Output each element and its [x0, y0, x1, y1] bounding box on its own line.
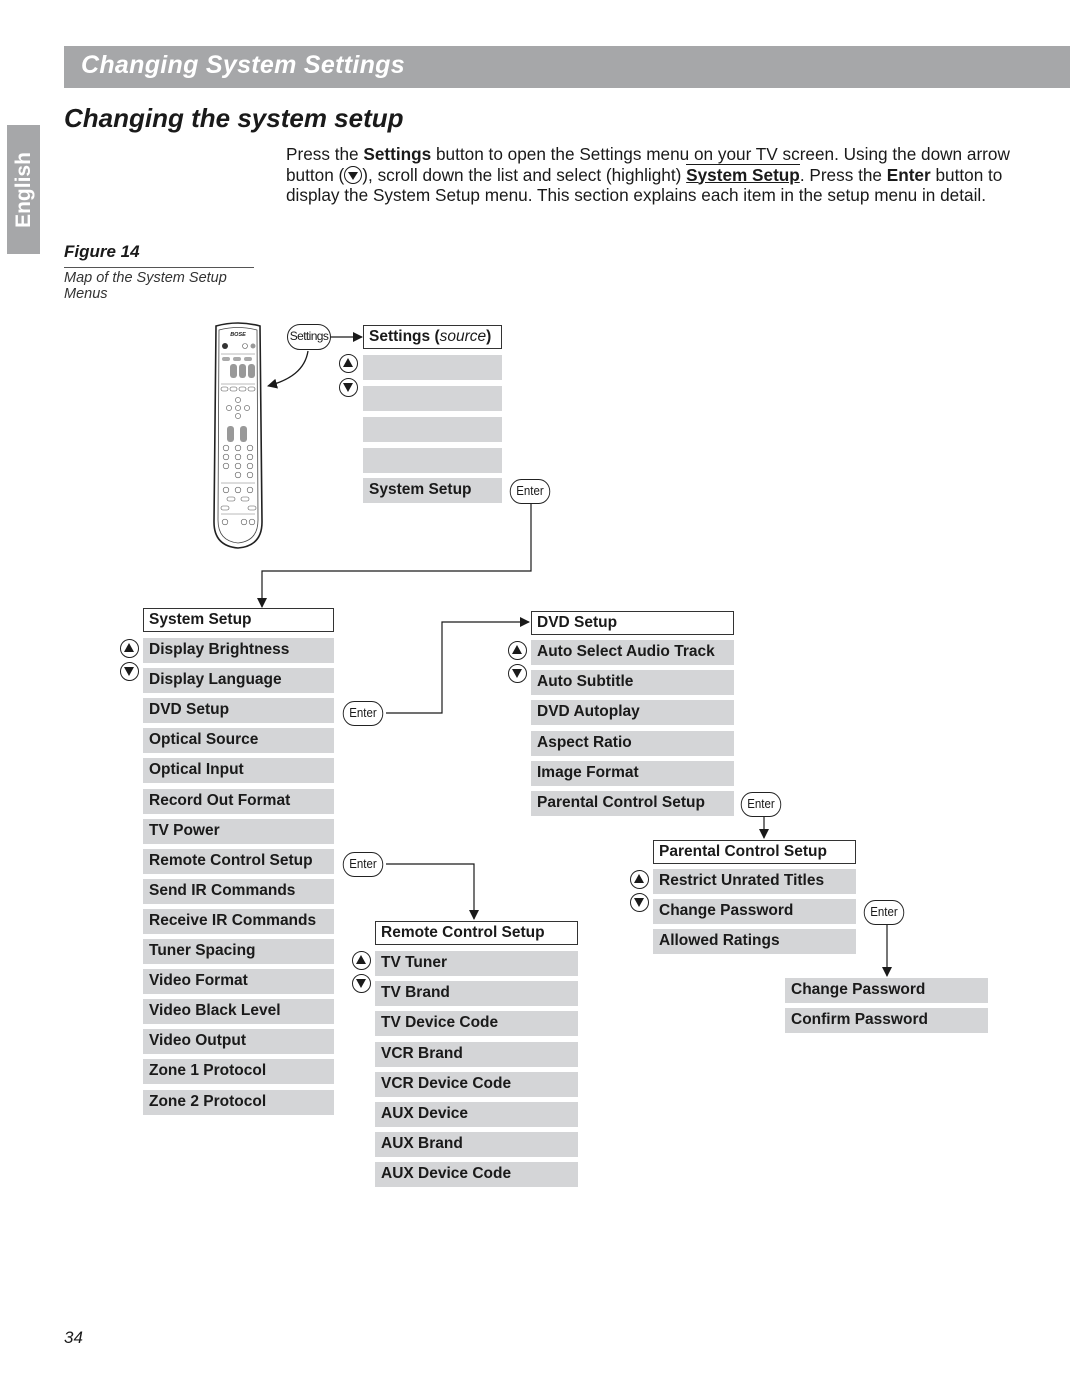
parental-control-menu-item[interactable]: Change Password [653, 899, 856, 925]
system-setup-menu-item[interactable]: Record Out Format [143, 788, 334, 814]
enter-button-remote[interactable]: Enter [342, 852, 384, 877]
down-arrow-icon [352, 974, 371, 993]
system-setup-menu-item[interactable]: TV Power [143, 818, 334, 844]
connector-enter-to-remote-setup [386, 863, 479, 920]
page-title: Changing the system setup [64, 103, 404, 133]
up-arrow-icon [120, 639, 139, 658]
intro-settings-word: Settings [363, 144, 432, 164]
intro-text: ), scroll down the list and select (high… [362, 164, 687, 185]
dvd-setup-menu-item[interactable]: Parental Control Setup [531, 791, 734, 816]
settings-menu-title-text: Settings ( [369, 328, 440, 345]
settings-menu-item[interactable] [363, 386, 502, 411]
section-header-bar: Changing System Settings [64, 46, 1070, 88]
dvd-setup-menu-item[interactable]: Auto Select Audio Track [531, 640, 734, 665]
intro-paragraph: Press the Settings button to open the Se… [286, 144, 1026, 206]
system-setup-menu-title: System Setup [143, 608, 334, 632]
down-arrow-icon [339, 378, 358, 397]
remote-control-menu-title: Remote Control Setup [375, 921, 578, 945]
system-setup-menu-item[interactable]: Optical Input [143, 758, 334, 784]
system-setup-menu-item[interactable]: Video Black Level [143, 999, 334, 1025]
down-arrow-icon [630, 893, 649, 912]
system-setup-menu-item[interactable]: Tuner Spacing [143, 939, 334, 964]
up-arrow-icon [352, 951, 371, 970]
remote-control-menu-item[interactable]: VCR Brand [375, 1041, 578, 1067]
settings-menu-title-source: source [439, 328, 487, 345]
system-setup-menu-item[interactable]: DVD Setup [143, 698, 334, 724]
system-setup-menu-item[interactable]: Send IR Commands [143, 878, 334, 904]
remote-control-menu-item[interactable]: TV Tuner [375, 951, 578, 976]
connector-settings-to-remote [267, 350, 309, 389]
remote-control-menu-item[interactable]: TV Device Code [375, 1011, 578, 1037]
settings-menu-title: Settings (source) [363, 325, 502, 349]
down-arrow-icon [120, 662, 139, 681]
down-arrow-button-icon [344, 165, 363, 184]
connector-enter-to-system-setup [257, 504, 532, 608]
enter-button[interactable]: Enter [509, 479, 551, 504]
settings-button[interactable]: Settings [287, 324, 331, 350]
dvd-setup-menu-item[interactable]: Auto Subtitle [531, 670, 734, 696]
system-setup-menu-item[interactable]: Display Language [143, 668, 334, 694]
figure-caption: Map of the System Setup Menus [64, 270, 227, 302]
language-tab-label: English [11, 151, 35, 228]
dvd-setup-menu-item[interactable]: DVD Autoplay [531, 700, 734, 726]
figure-divider [64, 267, 254, 268]
intro-text: Press the [286, 144, 364, 164]
dvd-setup-menu-item[interactable]: Aspect Ratio [531, 730, 734, 756]
settings-menu-item[interactable] [363, 355, 502, 380]
system-setup-menu-item[interactable]: Video Format [143, 969, 334, 995]
connector-enter-to-dvd-setup [386, 617, 530, 714]
system-setup-menu-item[interactable]: Video Output [143, 1029, 334, 1055]
dvd-setup-menu-item[interactable]: Image Format [531, 760, 734, 786]
remote-control-menu-item[interactable]: AUX Brand [375, 1132, 578, 1158]
up-arrow-icon [508, 641, 527, 660]
page-number: 34 [64, 1328, 83, 1347]
bose-remote-control-icon: BOSE [213, 322, 263, 549]
figure-label: Figure 14 [64, 242, 140, 261]
settings-menu-title-close: ) [486, 328, 492, 345]
enter-button-dvd[interactable]: Enter [342, 701, 384, 726]
parental-control-menu-title: Parental Control Setup [653, 840, 856, 864]
intro-enter-word: Enter [886, 164, 931, 185]
system-setup-menu-item[interactable]: Receive IR Commands [143, 908, 334, 934]
remote-control-menu-item[interactable]: AUX Device [375, 1102, 578, 1127]
dvd-setup-menu-title: DVD Setup [531, 611, 734, 635]
section-title: Changing System Settings [81, 51, 405, 79]
enter-button-parental[interactable]: Enter [740, 792, 782, 817]
password-menu-item[interactable]: Confirm Password [785, 1008, 988, 1034]
system-setup-menu-item[interactable]: Optical Source [143, 728, 334, 754]
system-setup-menu-item[interactable]: Zone 2 Protocol [143, 1089, 334, 1115]
system-setup-menu-item[interactable]: Remote Control Setup [143, 848, 334, 874]
enter-button-password[interactable]: Enter [863, 900, 905, 925]
system-setup-menu-item[interactable]: Display Brightness [143, 638, 334, 663]
password-menu-item[interactable]: Change Password [785, 978, 988, 1003]
language-tab: English [7, 125, 40, 254]
remote-control-menu-item[interactable]: AUX Device Code [375, 1162, 578, 1188]
svg-text:BOSE: BOSE [230, 332, 246, 338]
down-arrow-icon [508, 664, 527, 683]
intro-text: . Press the [799, 164, 887, 185]
up-arrow-icon [339, 354, 358, 373]
settings-menu-item[interactable] [363, 448, 502, 473]
parental-control-menu-item[interactable]: Restrict Unrated Titles [653, 869, 856, 894]
intro-highlight-system-setup: System Setup [686, 163, 800, 185]
system-setup-menu-item[interactable]: Zone 1 Protocol [143, 1059, 334, 1085]
parental-control-menu-item[interactable]: Allowed Ratings [653, 929, 856, 955]
remote-control-menu-item[interactable]: TV Brand [375, 981, 578, 1007]
up-arrow-icon [630, 870, 649, 889]
settings-menu-item[interactable] [363, 417, 502, 442]
remote-control-menu-item[interactable]: VCR Device Code [375, 1071, 578, 1097]
settings-menu-item-system-setup[interactable]: System Setup [363, 478, 502, 503]
